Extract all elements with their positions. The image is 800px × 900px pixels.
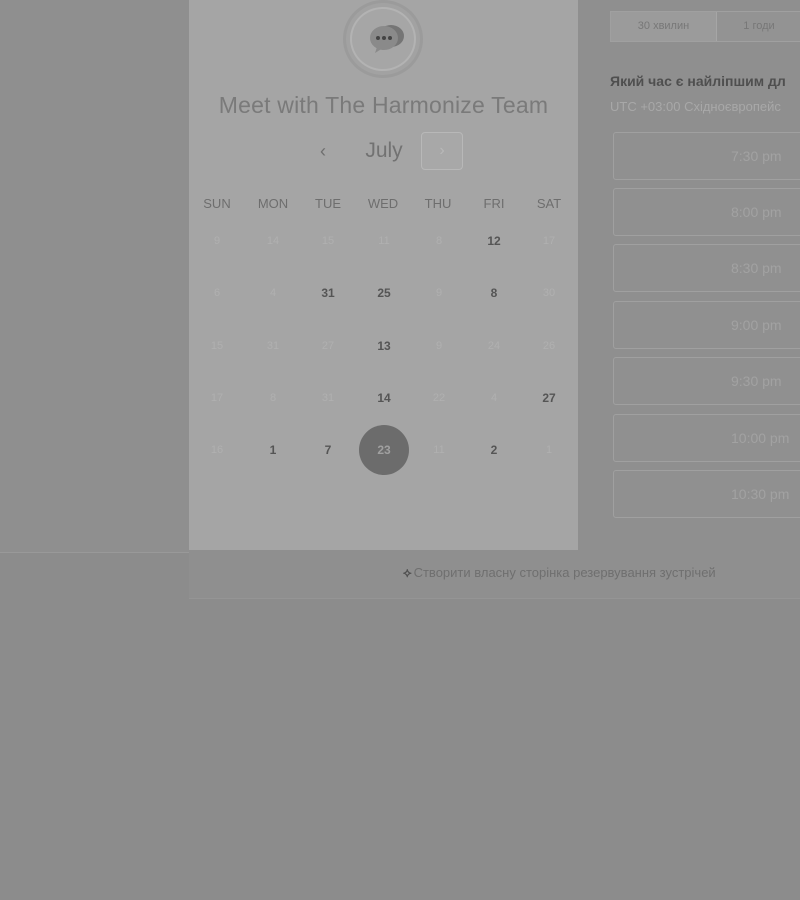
- create-booking-page-link[interactable]: ⟡ Створити власну сторінка резервування з…: [403, 565, 716, 581]
- footer-link-text: Створити власну сторінка резервування зу…: [413, 565, 716, 580]
- calendar-day-available[interactable]: 1: [253, 430, 293, 470]
- calendar-day-available[interactable]: 2: [474, 430, 514, 470]
- month-label: July: [365, 139, 403, 162]
- duration-tab-1-hour[interactable]: 1 годи: [717, 12, 800, 41]
- team-avatar: [343, 0, 423, 78]
- time-slot-button[interactable]: 7:30 pm: [613, 132, 800, 180]
- time-slot-button[interactable]: 10:30 pm: [613, 470, 800, 518]
- time-slot-button[interactable]: 8:00 pm: [613, 188, 800, 236]
- team-title: Meet with The Harmonize Team: [218, 92, 549, 118]
- sparkle-icon: ⟡: [403, 565, 412, 580]
- time-slot-label: 7:30 pm: [731, 148, 782, 164]
- calendar-day: 24: [487, 340, 501, 352]
- calendar-day-available[interactable]: 14: [364, 378, 404, 418]
- calendar-day: 9: [435, 287, 443, 299]
- calendar-day: 26: [542, 340, 556, 352]
- weekday-tue: TUE: [315, 196, 341, 211]
- calendar-day: 1: [545, 444, 553, 456]
- month-navigation: ‹ July ›: [189, 130, 578, 174]
- calendar-day-available[interactable]: 27: [529, 378, 569, 418]
- time-slot-label: 10:30 pm: [731, 486, 790, 502]
- previous-month-button[interactable]: ‹: [311, 139, 335, 163]
- weekday-header: SUN MON TUE WED THU FRI SAT: [189, 196, 578, 216]
- time-slot-label: 10:00 pm: [731, 430, 790, 446]
- time-slot-label: 9:00 pm: [731, 317, 782, 333]
- weekday-sat: SAT: [536, 196, 562, 211]
- calendar-day: 30: [542, 287, 556, 299]
- calendar-day: 9: [435, 340, 443, 352]
- timezone-label: UTC +03:00 Східноєвропейс: [610, 99, 781, 114]
- calendar-day: 22: [432, 392, 446, 404]
- calendar-day-available[interactable]: 7: [308, 430, 348, 470]
- weekday-fri: FRI: [483, 196, 505, 211]
- calendar-day-available[interactable]: 31: [308, 273, 348, 313]
- calendar-day-available[interactable]: 25: [364, 273, 404, 313]
- weekday-thu: THU: [424, 196, 452, 211]
- footer-bar: ⟡ Створити власну сторінка резервування з…: [189, 551, 800, 599]
- time-slot-label: 8:00 pm: [731, 204, 782, 220]
- chat-bubble-icon: [370, 25, 404, 53]
- weekday-wed: WED: [367, 196, 399, 211]
- calendar-day: 17: [210, 392, 224, 404]
- calendar-day: 31: [321, 392, 335, 404]
- calendar-day: 16: [210, 444, 224, 456]
- weekday-mon: MON: [257, 196, 289, 211]
- time-slot-button[interactable]: 10:00 pm: [613, 414, 800, 462]
- calendar-day: 8: [269, 392, 277, 404]
- calendar-day-available[interactable]: 8: [474, 273, 514, 313]
- calendar-day: 15: [321, 235, 335, 247]
- calendar-day: 8: [435, 235, 443, 247]
- duration-tab-30-min[interactable]: 30 хвилин: [611, 12, 717, 41]
- calendar-day: 31: [266, 340, 280, 352]
- time-slot-label: 8:30 pm: [731, 260, 782, 276]
- calendar-day: 17: [542, 235, 556, 247]
- calendar-day-available[interactable]: 12: [474, 221, 514, 261]
- time-slot-button[interactable]: 9:00 pm: [613, 301, 800, 349]
- time-slot-label: 9:30 pm: [731, 373, 782, 389]
- time-question-heading: Який час є найліпшим дл: [610, 73, 786, 89]
- calendar-day: 27: [321, 340, 335, 352]
- calendar-day: 11: [378, 235, 390, 247]
- calendar-day: 6: [213, 287, 221, 299]
- weekday-sun: SUN: [203, 196, 231, 211]
- calendar-day: 15: [210, 340, 224, 352]
- next-month-button[interactable]: ›: [421, 132, 463, 170]
- calendar-day: 4: [269, 287, 277, 299]
- calendar-day-selected[interactable]: 23: [359, 425, 409, 475]
- calendar-day: 11: [433, 444, 445, 456]
- calendar-day: 14: [266, 235, 280, 247]
- time-slot-button[interactable]: 8:30 pm: [613, 244, 800, 292]
- duration-tabs: 30 хвилин 1 годи: [610, 11, 800, 42]
- calendar-day: 9: [213, 235, 221, 247]
- avatar-ring: [350, 7, 416, 71]
- meeting-booking-page: Meet with The Harmonize Team ‹ July › SU…: [0, 0, 800, 900]
- calendar-day: 4: [490, 392, 498, 404]
- calendar-day-available[interactable]: 13: [364, 326, 404, 366]
- time-slot-button[interactable]: 9:30 pm: [613, 357, 800, 405]
